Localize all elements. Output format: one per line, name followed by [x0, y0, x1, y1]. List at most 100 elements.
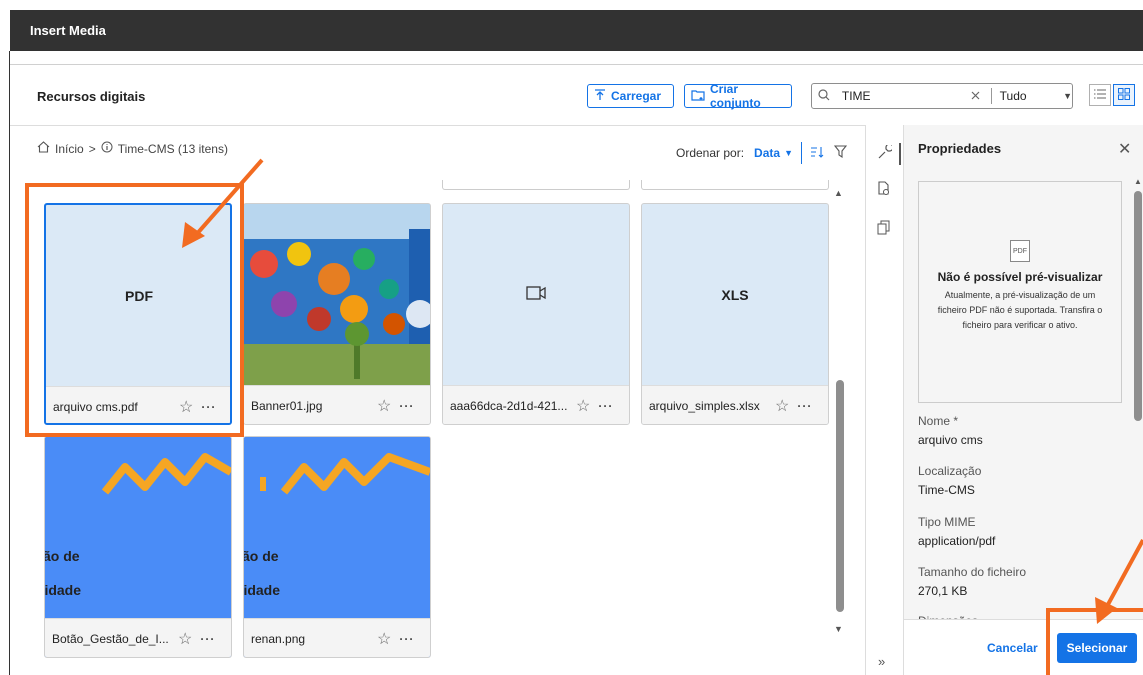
card-thumbnail: PDF: [125, 287, 153, 304]
side-rail: [866, 125, 903, 675]
star-icon[interactable]: ☆: [377, 396, 391, 416]
star-icon[interactable]: ☆: [775, 396, 789, 416]
breadcrumb-folder: Time-CMS (13 itens): [117, 141, 228, 156]
card-image-thumbnail: ão de ridade: [244, 437, 430, 618]
card-filename: arquivo cms.pdf: [53, 399, 138, 414]
window-title: Insert Media: [10, 10, 1143, 51]
card-thumb-text: ão de: [44, 548, 80, 564]
scroll-up-icon[interactable]: ▲: [834, 188, 843, 198]
star-icon[interactable]: ☆: [576, 396, 590, 416]
card-filename: Botão_Gestão_de_I...: [52, 631, 169, 646]
upload-label: Carregar: [611, 89, 662, 103]
sort-divider: [800, 142, 802, 164]
chevron-down-icon[interactable]: ▼: [1063, 91, 1072, 101]
more-options-icon[interactable]: ···: [399, 399, 414, 413]
search-input[interactable]: TIME Tudo ▼: [811, 83, 1073, 109]
expand-panel-icon[interactable]: »: [878, 654, 885, 669]
filter-icon[interactable]: [833, 145, 848, 161]
card-thumb-text: ridade: [44, 582, 82, 598]
properties-scrollbar[interactable]: [1134, 191, 1142, 421]
scroll-up-icon[interactable]: ▲: [1134, 177, 1142, 186]
chevron-down-icon[interactable]: ▼: [784, 148, 793, 158]
folder-add-icon: [691, 89, 705, 104]
breadcrumb: Início > Time-CMS (13 itens): [37, 141, 228, 156]
card-thumb-text: ridade: [243, 582, 281, 598]
sort-order-icon[interactable]: [810, 146, 824, 161]
asset-card-pdf[interactable]: PDF arquivo cms.pdf ☆ ···: [44, 203, 232, 425]
field-value[interactable]: arquivo cms: [918, 433, 983, 447]
sort-select[interactable]: Data: [754, 146, 780, 160]
wrench-icon[interactable]: [877, 143, 894, 163]
card-image-thumbnail: [244, 204, 430, 385]
breadcrumb-home[interactable]: Início: [55, 142, 84, 156]
more-options-icon[interactable]: ···: [201, 400, 216, 414]
card-filename: Banner01.jpg: [251, 398, 323, 413]
star-icon[interactable]: ☆: [178, 629, 192, 649]
upload-icon: [594, 88, 606, 104]
card-footer: Banner01.jpg ☆ ···: [244, 385, 430, 424]
grid-scrollbar[interactable]: ▲ ▼: [834, 188, 846, 638]
preview-description: Atualmente, a pré-visualização de um fic…: [937, 290, 1103, 330]
properties-panel: Propriedades ✕ PDF Não é possível pré-vi…: [903, 125, 1143, 675]
video-icon: [526, 285, 546, 304]
more-options-icon[interactable]: ···: [399, 632, 414, 646]
header-divider: [10, 64, 1143, 65]
asset-card-video[interactable]: aaa66dca-2d1d-421... ☆ ···: [442, 203, 630, 425]
field-value: Time-CMS: [918, 483, 975, 497]
field-value: 270,1 KB: [918, 584, 968, 598]
more-options-icon[interactable]: ···: [797, 399, 812, 413]
preview-box: PDF Não é possível pré-visualizar Atualm…: [918, 181, 1122, 403]
more-options-icon[interactable]: ···: [598, 399, 613, 413]
create-set-button[interactable]: Criar conjunto: [684, 82, 792, 110]
field-size: Tamanho do ficheiro 270,1 KB: [918, 565, 1026, 598]
cancel-button[interactable]: Cancelar: [987, 641, 1038, 655]
left-edge: [0, 51, 10, 675]
card-footer: arquivo_simples.xlsx ☆ ···: [642, 385, 828, 424]
preview-title: Não é possível pré-visualizar: [937, 270, 1103, 284]
select-button[interactable]: Selecionar: [1057, 633, 1137, 663]
card-filename: renan.png: [251, 631, 306, 646]
asset-card-xlsx[interactable]: XLS arquivo_simples.xlsx ☆ ···: [641, 203, 829, 425]
home-icon[interactable]: [37, 141, 50, 156]
card-thumbnail: XLS: [721, 286, 749, 303]
search-filter-select[interactable]: Tudo: [1000, 89, 1063, 103]
search-icon: [818, 88, 834, 104]
scrollbar-thumb[interactable]: [836, 380, 844, 612]
card-thumbnail: [443, 204, 629, 385]
asset-card-botao[interactable]: ão de ridade Botão_Gestão_de_I... ☆ ···: [44, 436, 232, 658]
close-icon[interactable]: [971, 89, 985, 103]
field-name: Nome * arquivo cms: [918, 414, 983, 447]
pdf-file-icon: PDF: [1010, 240, 1030, 262]
card-footer: arquivo cms.pdf ☆ ···: [46, 386, 230, 423]
field-mime: Tipo MIME application/pdf: [918, 515, 995, 548]
more-options-icon[interactable]: ···: [200, 632, 215, 646]
list-view-icon: [1094, 88, 1106, 102]
search-value: TIME: [841, 89, 871, 103]
card-filename: arquivo_simples.xlsx: [649, 398, 760, 413]
file-info-icon[interactable]: [877, 181, 891, 199]
rail-divider: [899, 143, 901, 165]
star-icon[interactable]: ☆: [377, 629, 391, 649]
upload-button[interactable]: Carregar: [587, 84, 674, 108]
card-filename: aaa66dca-2d1d-421...: [450, 398, 568, 413]
grid-view-button[interactable]: [1113, 84, 1135, 106]
field-label: Tipo MIME: [918, 515, 976, 529]
grid-view-icon: [1118, 87, 1130, 103]
star-icon[interactable]: ☆: [179, 397, 193, 417]
asset-card-banner[interactable]: Banner01.jpg ☆ ···: [243, 203, 431, 425]
card-footer: renan.png ☆ ···: [244, 618, 430, 657]
previous-card-edge: [442, 180, 630, 190]
asset-card-renan[interactable]: ão de ridade renan.png ☆ ···: [243, 436, 431, 658]
copy-icon[interactable]: [877, 220, 891, 238]
close-icon[interactable]: ✕: [1118, 139, 1131, 159]
search-divider: [990, 88, 992, 104]
field-location: Localização Time-CMS: [918, 464, 981, 497]
previous-card-edge: [641, 180, 829, 190]
scroll-down-icon[interactable]: ▼: [834, 624, 843, 634]
list-view-button[interactable]: [1089, 84, 1111, 106]
properties-title: Propriedades: [918, 141, 1002, 156]
field-value: application/pdf: [918, 534, 996, 548]
sort-control: Ordenar por: Data ▼: [676, 142, 848, 164]
card-thumb-text: ão de: [243, 548, 279, 564]
card-image-thumbnail: ão de ridade: [45, 437, 231, 618]
